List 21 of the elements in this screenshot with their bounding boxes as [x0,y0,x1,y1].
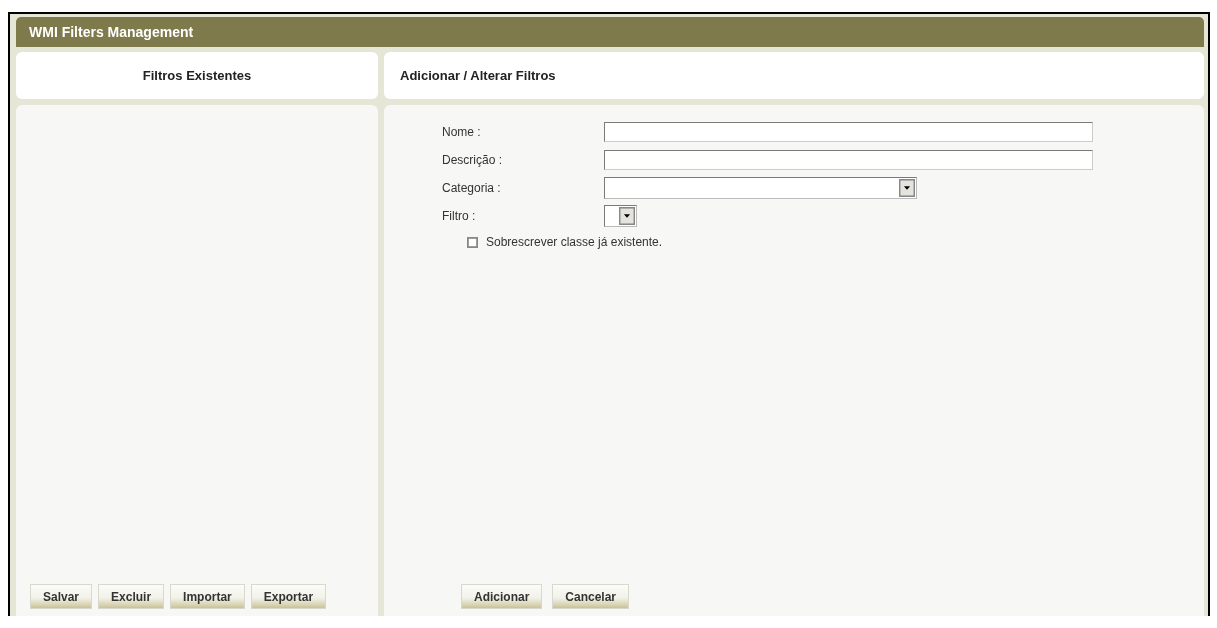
panel-heading: Adicionar / Alterar Filtros [400,68,556,83]
window-title: WMI Filters Management [16,17,1204,47]
text-field[interactable] [604,150,1093,170]
checkbox-label: Sobrescrever classe já existente. [486,235,663,249]
checkbox[interactable] [467,236,478,248]
field-label: Categoria : [442,181,502,195]
action-button[interactable]: Excluir [98,584,165,609]
action-button[interactable]: Adicionar [461,584,543,609]
action-button[interactable]: Exportar [250,584,327,609]
dropdown-arrow-icon[interactable] [899,179,915,197]
panel-heading: Filtros Existentes [142,68,252,83]
action-button[interactable]: Cancelar [552,584,630,609]
field-label: Filtro : [442,209,477,223]
dropdown-field[interactable] [604,205,637,227]
dropdown-arrow-icon[interactable] [619,207,635,225]
field-label: Descrição : [442,153,504,167]
dropdown-field[interactable] [604,177,917,199]
field-label: Nome : [442,125,482,139]
action-button[interactable]: Importar [170,584,245,609]
text-field[interactable] [604,122,1093,142]
action-button[interactable]: Salvar [30,584,93,609]
